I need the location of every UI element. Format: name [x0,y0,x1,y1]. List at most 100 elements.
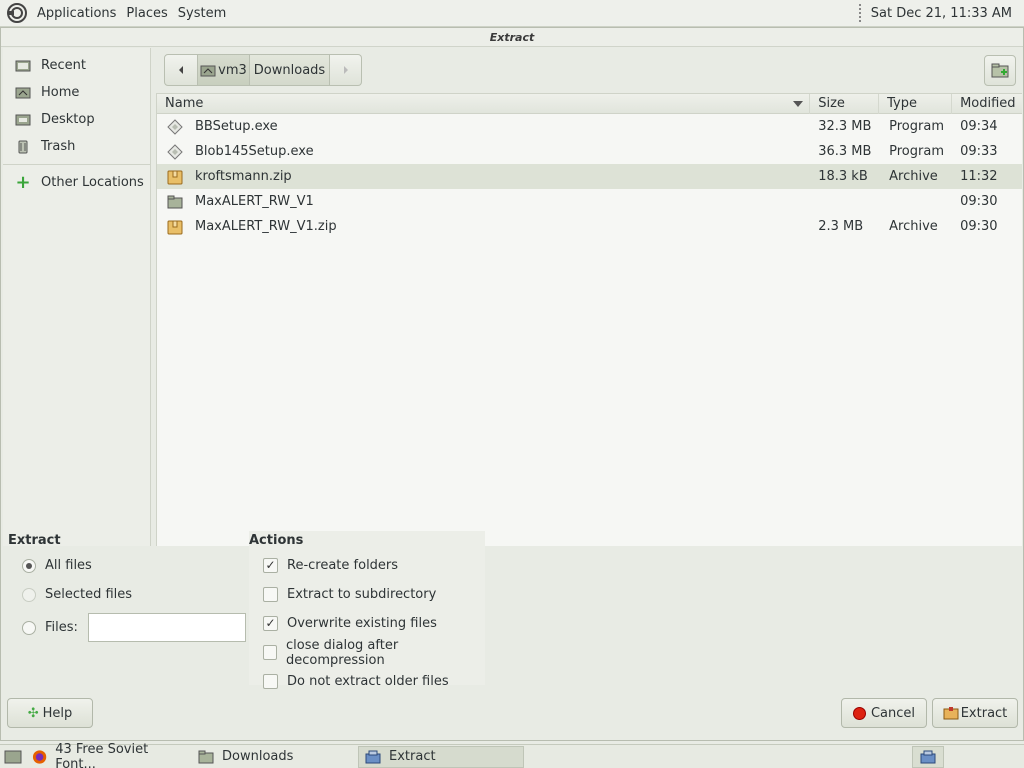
column-header-type[interactable]: Type [879,94,953,114]
radio-button-checked[interactable] [22,558,36,573]
archive-manager-icon [365,750,381,763]
recent-icon [15,60,31,71]
extract-button[interactable]: Extract [932,698,1018,728]
path-segment-downloads[interactable]: Downloads [250,54,330,86]
sidebar-item-other-locations[interactable]: + Other Locations [3,169,150,196]
checkbox-checked[interactable]: ✓ [263,616,278,631]
show-desktop-button[interactable] [0,746,26,768]
taskbar-item-downloads[interactable]: Downloads [192,746,358,768]
help-button[interactable]: ✣ Help [7,698,93,728]
taskbar: 43 Free Soviet Font... Downloads Extract [0,742,1024,768]
radio-files-pattern[interactable]: Files: [8,609,248,646]
sidebar-item-desktop[interactable]: Desktop [3,106,150,133]
executable-icon [167,118,183,135]
checkbox-close-after[interactable]: close dialog after decompression [249,637,485,668]
applications-menu[interactable]: Applications [32,6,121,21]
button-label: Help [42,705,73,721]
checkbox-overwrite-existing[interactable]: ✓ Overwrite existing files [249,609,485,638]
panel-separator [858,4,863,22]
help-icon: ✣ [27,705,39,721]
file-modified: 09:30 [960,219,998,234]
checkbox-label: Re-create folders [287,558,399,573]
path-back-button[interactable] [164,54,198,86]
path-forward-button[interactable] [330,54,362,86]
button-label: Extract [960,705,1008,721]
chevron-right-icon [343,66,348,74]
checkbox[interactable] [263,587,278,602]
file-type: Program [889,119,944,134]
sidebar-item-home[interactable]: Home [3,79,150,106]
folder-icon [167,194,183,210]
file-row[interactable]: MaxALERT_RW_V1 09:30 [157,189,1022,214]
file-name: MaxALERT_RW_V1.zip [195,219,337,234]
button-label: Cancel [870,705,916,721]
taskbar-item-label: Extract [389,749,436,764]
checkbox-label: Do not extract older files [287,674,449,689]
file-type: Archive [889,219,938,234]
file-row[interactable]: MaxALERT_RW_V1.zip 2.3 MB Archive 09:30 [157,214,1022,239]
path-segment-label: Downloads [253,62,326,78]
taskbar-item-firefox[interactable]: 43 Free Soviet Font... [26,742,192,768]
trash-icon [18,140,28,153]
cancel-icon [852,706,866,720]
sidebar-item-label: Desktop [41,112,95,127]
checkbox-extract-subdirectory[interactable]: Extract to subdirectory [249,580,485,609]
distro-logo-icon[interactable] [6,2,28,24]
sidebar-item-label: Recent [41,58,86,73]
file-size: 2.3 MB [818,219,864,234]
radio-button[interactable] [22,587,36,602]
checkbox[interactable] [263,674,278,689]
actions-group-title: Actions [249,533,304,548]
path-segment-label: vm3 [218,62,247,78]
path-bar: vm3 Downloads [164,54,362,86]
tray-archive-icon-button[interactable] [912,745,944,768]
radio-all-files[interactable]: All files [8,551,248,580]
file-row[interactable]: Blob145Setup.exe 36.3 MB Program 09:33 [157,139,1022,164]
path-segment-vm3[interactable]: vm3 [198,54,250,86]
checkbox-recreate-folders[interactable]: ✓ Re-create folders [249,551,485,580]
dialog-title: Extract [1,28,1023,47]
checkbox-label: close dialog after decompression [286,637,399,668]
desktop-icon [15,114,31,125]
file-name-cell: MaxALERT_RW_V1.zip [157,214,810,239]
sidebar-item-label: Trash [41,139,76,154]
checkbox-label: Overwrite existing files [287,616,437,631]
radio-button[interactable] [22,620,36,635]
sidebar-item-label: Home [41,85,80,100]
sidebar-item-trash[interactable]: Trash [3,133,150,160]
taskbar-item-extract[interactable]: Extract [358,745,524,768]
home-icon [200,65,216,76]
file-size: 18.3 kB [818,169,868,184]
cancel-button[interactable]: Cancel [841,698,927,728]
column-header-modified[interactable]: Modified [952,94,1022,114]
files-pattern-input[interactable] [87,613,246,642]
radio-selected-files[interactable]: Selected files [8,580,248,609]
system-menu[interactable]: System [173,6,231,21]
archive-icon [167,169,183,185]
actions-group: Actions ✓ Re-create folders Extract to s… [249,531,485,689]
places-sidebar: Recent Home Desktop Trash + Other Locati… [3,48,151,546]
column-header-name[interactable]: Name [157,94,811,114]
file-name-cell: MaxALERT_RW_V1 [157,189,810,214]
file-row[interactable]: kroftsmann.zip 18.3 kB Archive 11:32 [157,164,1022,189]
file-name-cell: BBSetup.exe [157,114,810,139]
column-header-row: Name Size Type Modified [157,94,1022,114]
column-header-size[interactable]: Size [810,94,880,114]
file-type: Program [889,144,944,159]
sidebar-item-recent[interactable]: Recent [3,52,150,79]
file-name: kroftsmann.zip [195,169,292,184]
checkbox-do-not-extract-older[interactable]: Do not extract older files [249,667,485,696]
checkbox-checked[interactable]: ✓ [263,558,278,573]
extract-group-title: Extract [8,533,61,548]
top-panel: Applications Places System Sat Dec 21, 1… [0,0,1024,27]
file-row[interactable]: BBSetup.exe 32.3 MB Program 09:34 [157,114,1022,139]
new-folder-icon [991,63,1009,78]
clock[interactable]: Sat Dec 21, 11:33 AM [871,6,1012,21]
firefox-icon [32,749,47,764]
home-icon [15,87,31,98]
column-header-label: Size [818,96,845,111]
checkbox-label: Extract to subdirectory [287,587,437,602]
places-menu[interactable]: Places [121,6,172,21]
create-folder-button[interactable] [984,55,1016,86]
checkbox[interactable] [263,645,278,660]
